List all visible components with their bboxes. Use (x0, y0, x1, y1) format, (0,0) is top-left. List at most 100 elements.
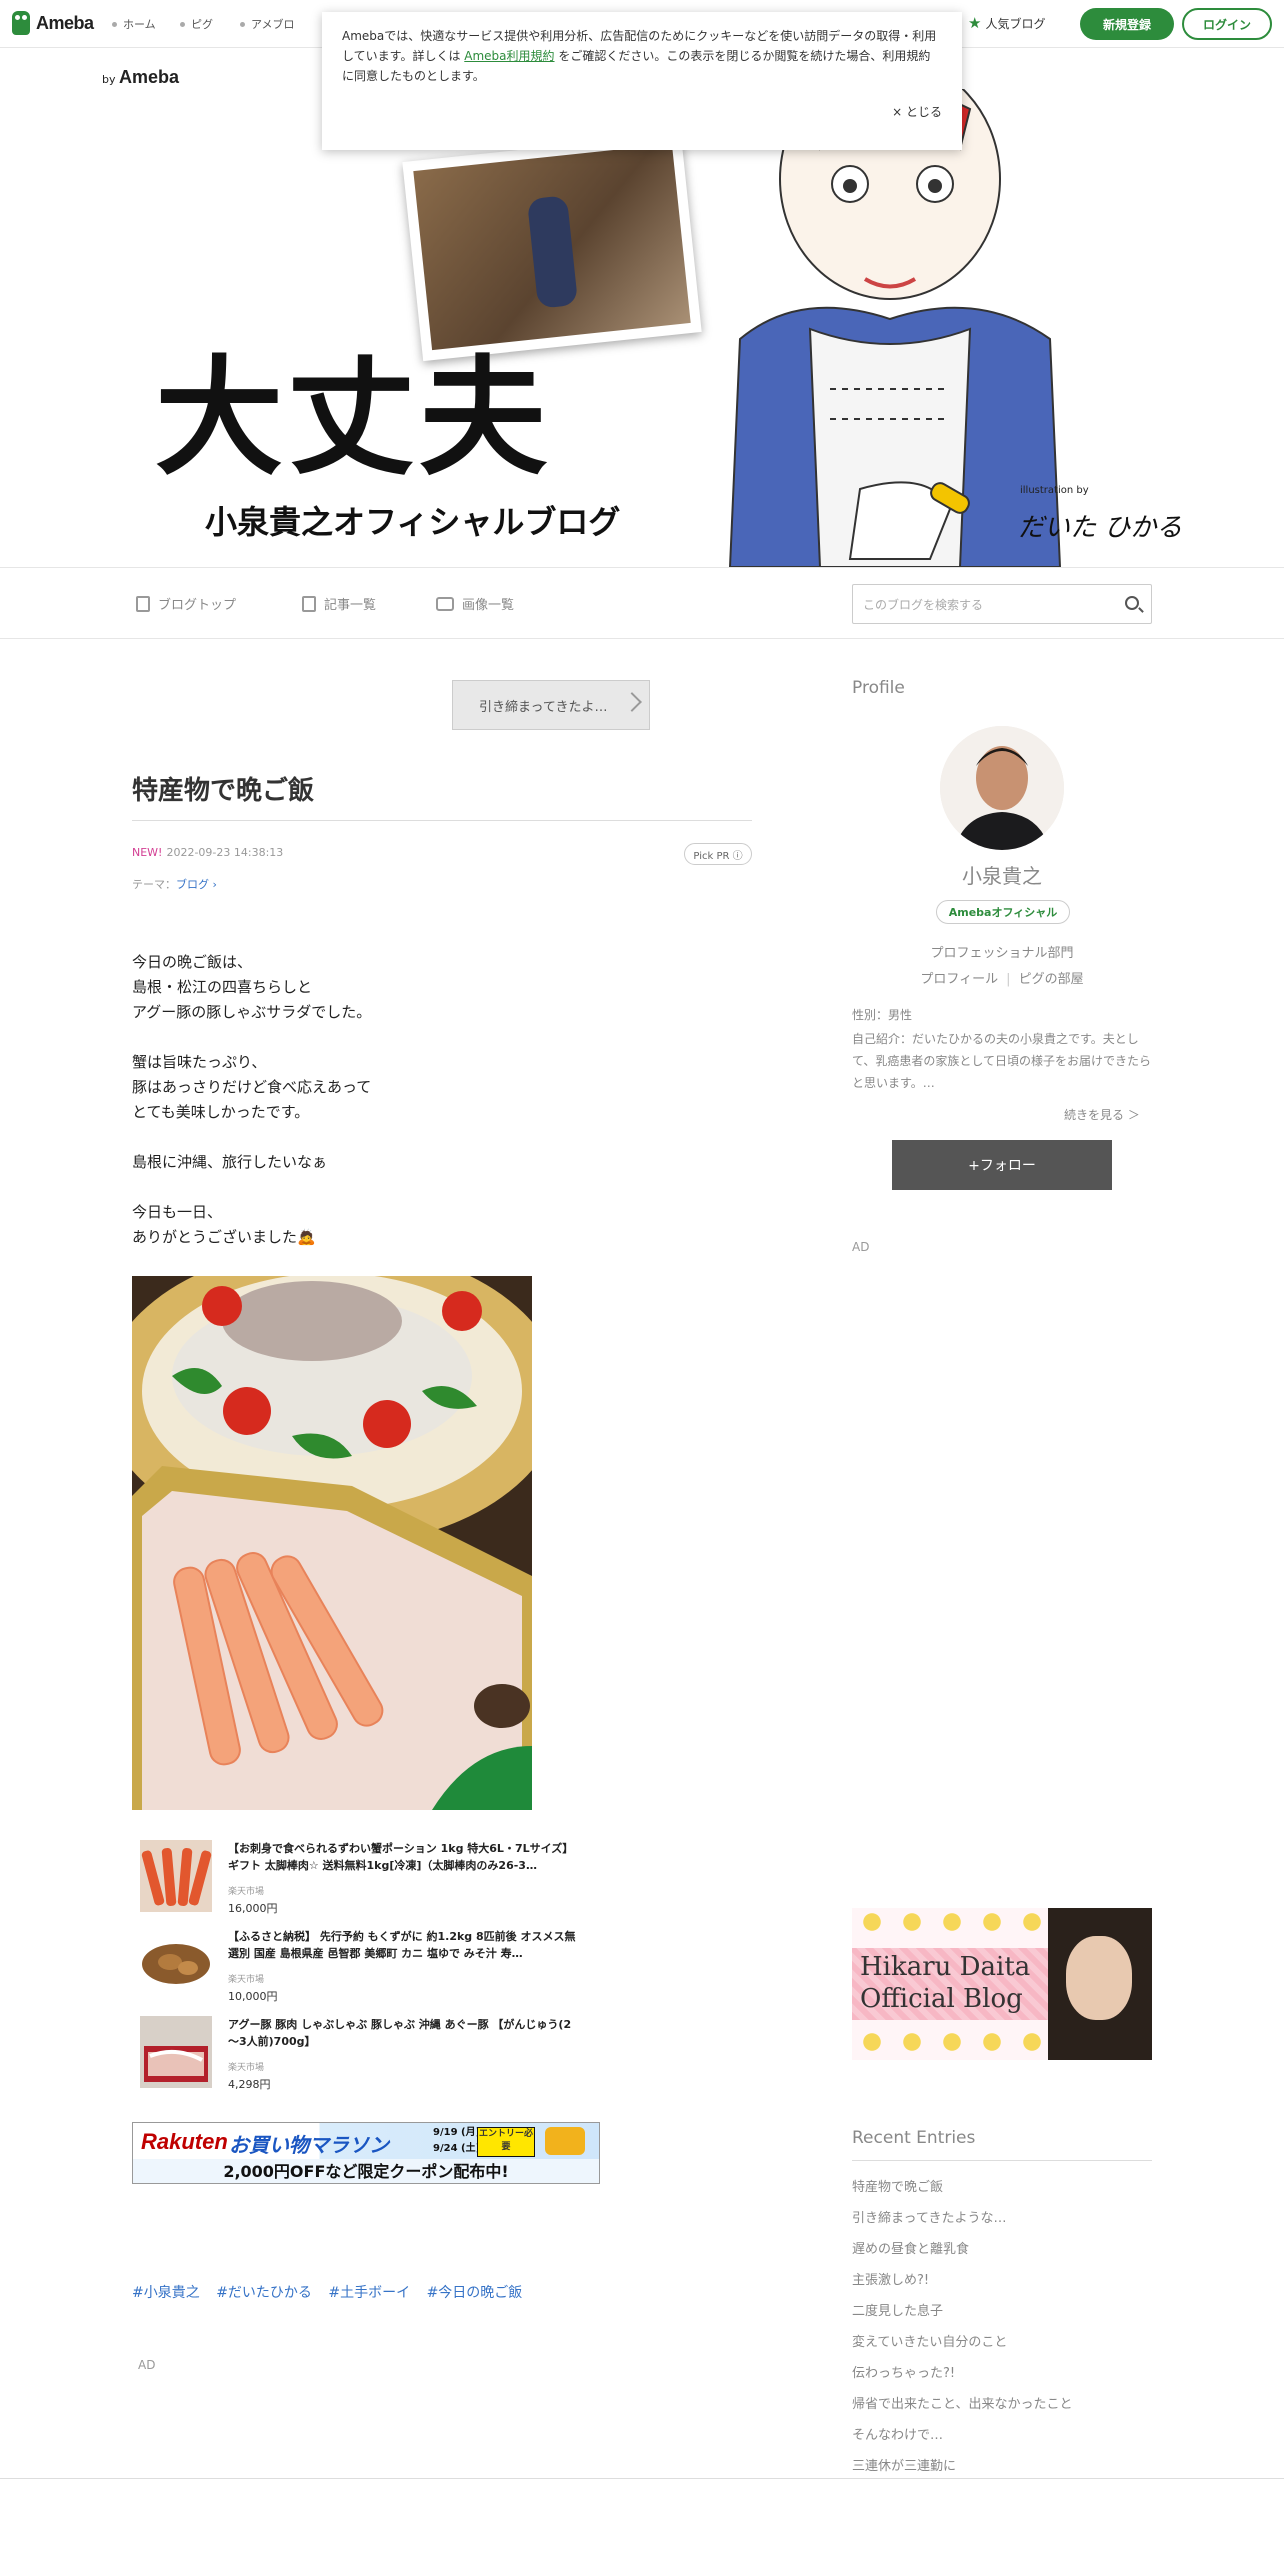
recent-entry-link[interactable]: 遅めの昼食と離乳食 (852, 2234, 1072, 2265)
pick-pr-button[interactable]: Pick PR ⓘ (684, 843, 752, 865)
profile-links: プロフィール | ピグの部屋 (852, 968, 1152, 987)
banner-title-line1: Hikaru Daita (860, 1952, 1031, 1982)
body-line: 島根・松江の四喜ちらしと (132, 978, 313, 996)
search-icon[interactable] (1125, 596, 1139, 610)
ameba-logo[interactable]: Ameba (12, 11, 94, 35)
by-brand: Ameba (119, 67, 180, 87)
ameba-frog-icon (12, 11, 30, 35)
pig-room-link[interactable]: ピグの部屋 (1019, 972, 1084, 987)
nav-pig-link[interactable]: ピグ (180, 16, 213, 32)
profile-gender: 性別：男性 (852, 1008, 913, 1022)
recent-entry-link[interactable]: 引き締まってきたような… (852, 2203, 1072, 2234)
login-button[interactable]: ログイン (1182, 8, 1272, 40)
product-name[interactable]: 【ふるさと納税】 先行予約 もくずがに 約1.2kg 8匹前後 オスメス無選別 … (228, 1928, 578, 1962)
blog-top-link[interactable]: ブログトップ (136, 594, 236, 613)
entry-meta: NEW! 2022-09-23 14:38:13 (132, 846, 283, 859)
profile-name[interactable]: 小泉貴之 (852, 860, 1152, 889)
by-label: by (102, 73, 116, 86)
illustration-credit: illustration by (1020, 485, 1089, 496)
official-badge[interactable]: Amebaオフィシャル (936, 900, 1070, 924)
profile-link[interactable]: プロフィール (920, 972, 998, 987)
blog-nav: ブログトップ 記事一覧 画像一覧 このブログを検索する (0, 567, 1284, 639)
profile-avatar[interactable] (940, 726, 1064, 850)
product-card[interactable]: アグー豚 豚肉 しゃぶしゃぶ 豚しゃぶ 沖縄 あぐー豚 【がんじゅう(2～3人前… (140, 2016, 580, 2092)
nav-ameblo-link[interactable]: アメブロ (240, 16, 294, 32)
nav-home-label: ホーム (123, 18, 156, 31)
profile-department[interactable]: プロフェッショナル部門 (852, 942, 1152, 961)
recent-entries-list: 特産物で晩ご飯 引き締まってきたような… 遅めの昼食と離乳食 主張激しめ?! 二… (852, 2172, 1072, 2482)
banner-title-line2: Official Blog (860, 1984, 1023, 2014)
body-line: 豚はあっさりだけど食べ応えあって (132, 1078, 372, 1096)
hashtag-link[interactable]: #土手ボーイ (328, 2285, 410, 2301)
pages-icon (302, 595, 316, 612)
image-list-link[interactable]: 画像一覧 (436, 594, 514, 613)
entry-body: 今日の晩ご飯は、 島根・松江の四喜ちらしと アグー豚の豚しゃぶサラダでした。 蟹は旨… (132, 950, 371, 1275)
dot-icon (112, 21, 117, 27)
product-card[interactable]: 【お刺身で食べられるずわい蟹ポーション 1kg 特大6L・7Lサイズ】ギフト 太… (140, 1840, 580, 1916)
product-thumbnail (140, 1928, 212, 2000)
sidebar-ad-label: AD (852, 1240, 870, 1254)
entry-title[interactable]: 特産物で晩ご飯 (132, 770, 314, 807)
dot-icon (180, 21, 185, 27)
nav-home-link[interactable]: ホーム (112, 16, 156, 32)
body-line: アグー豚の豚しゃぶサラダでした。 (132, 1003, 372, 1021)
search-placeholder: このブログを検索する (863, 597, 984, 612)
recent-entry-link[interactable]: 二度見した息子 (852, 2296, 1072, 2327)
recent-entry-link[interactable]: 特産物で晩ご飯 (852, 2172, 1072, 2203)
previous-entry-button[interactable]: 引き締まってきたよ… (452, 680, 650, 730)
paragraph: 島根に沖縄、旅行したいなぁ (132, 1150, 371, 1175)
blog-title-logo: 大丈夫 (155, 344, 552, 493)
recent-entry-link[interactable]: 変えていきたい自分のこと (852, 2327, 1072, 2358)
cookie-consent-dialog: Amebaでは、快適なサービス提供や利用分析、広告配信のためにクッキーなどを使い… (322, 12, 962, 150)
cookie-consent-text: Amebaでは、快適なサービス提供や利用分析、広告配信のためにクッキーなどを使い… (342, 26, 942, 86)
dinner-photo[interactable] (132, 1276, 532, 1810)
product-price: 16,000円 (228, 1902, 278, 1915)
hashtag-link[interactable]: #だいたひかる (216, 2285, 312, 2301)
previous-entry-label: 引き締まってきたよ… (479, 699, 608, 715)
recent-entry-link[interactable]: そんなわけで… (852, 2420, 1072, 2451)
product-shop: 楽天市場 (228, 1887, 265, 1897)
blog-subtitle: 小泉貴之オフィシャルブログ (205, 503, 621, 541)
popular-blogs-label: 人気ブログ (985, 16, 1046, 31)
recent-divider (852, 2160, 1152, 2161)
recent-entry-link[interactable]: 伝わっちゃった?! (852, 2358, 1072, 2389)
crown-icon: ★ (968, 14, 982, 32)
nav-pig-label: ピグ (191, 18, 213, 31)
paragraph: 今日の晩ご飯は、 島根・松江の四喜ちらしと アグー豚の豚しゃぶサラダでした。 (132, 950, 371, 1025)
product-name[interactable]: 【お刺身で食べられるずわい蟹ポーション 1kg 特大6L・7Lサイズ】ギフト 太… (228, 1840, 578, 1874)
signup-button[interactable]: 新規登録 (1080, 8, 1174, 40)
blog-search-input[interactable]: このブログを検索する (852, 584, 1152, 624)
product-shop: 楽天市場 (228, 1975, 265, 1985)
paragraph: 蟹は旨味たっぷり、 豚はあっさりだけど食べ応えあって とても美味しかったです。 (132, 1050, 371, 1125)
image-list-label: 画像一覧 (462, 598, 515, 613)
theme-label: テーマ： (132, 878, 176, 891)
profile-heading: Profile (852, 678, 905, 698)
theme-link[interactable]: ブログ › (176, 878, 217, 891)
recent-entry-link[interactable]: 主張激しめ?! (852, 2265, 1072, 2296)
entry-list-link[interactable]: 記事一覧 (302, 594, 376, 613)
separator: | (1006, 972, 1011, 987)
terms-link[interactable]: Ameba利用規約 (464, 49, 554, 63)
title-divider (132, 820, 752, 821)
popular-blogs-link[interactable]: ★ 人気ブログ (968, 14, 1045, 32)
product-price: 10,000円 (228, 1990, 278, 2003)
rakuten-marathon-banner[interactable]: Rakuten お買い物マラソン 9/19 (月)20:00 9/24 (土)01… (132, 2122, 600, 2184)
product-card[interactable]: 【ふるさと納税】 先行予約 もくずがに 約1.2kg 8匹前後 オスメス無選別 … (140, 1928, 580, 2004)
read-more-link[interactable]: 続きを見る ＞ (1064, 1106, 1140, 1123)
camera-icon (436, 596, 454, 611)
follow-button[interactable]: +フォロー (892, 1140, 1112, 1190)
hikaru-daita-blog-banner[interactable]: Hikaru Daita Official Blog (852, 1908, 1152, 2060)
product-name[interactable]: アグー豚 豚肉 しゃぶしゃぶ 豚しゃぶ 沖縄 あぐー豚 【がんじゅう(2～3人前… (228, 2016, 578, 2050)
cookie-close-button[interactable]: × とじる (892, 102, 942, 122)
product-price: 4,298円 (228, 2078, 271, 2091)
paragraph: 今日も一日、 ありがとうございました🙇 (132, 1200, 371, 1250)
recent-entry-link[interactable]: 帰省で出来たこと、出来なかったこと (852, 2389, 1072, 2420)
illustrator-signature: だいた ひかる (1018, 513, 1183, 543)
hashtag-link[interactable]: #小泉貴之 (132, 2285, 200, 2301)
body-line: 島根に沖縄、旅行したいなぁ (132, 1153, 328, 1171)
hashtag-link[interactable]: #今日の晩ご飯 (427, 2285, 523, 2301)
profile-intro: 自己紹介：だいたひかるの夫の小泉貴之です。夫として、乳癌患者の家族として日頃の様… (852, 1032, 1152, 1090)
product-thumbnail (140, 2016, 212, 2088)
new-badge: NEW! (132, 846, 163, 859)
entry-date: 2022-09-23 14:38:13 (166, 846, 284, 859)
